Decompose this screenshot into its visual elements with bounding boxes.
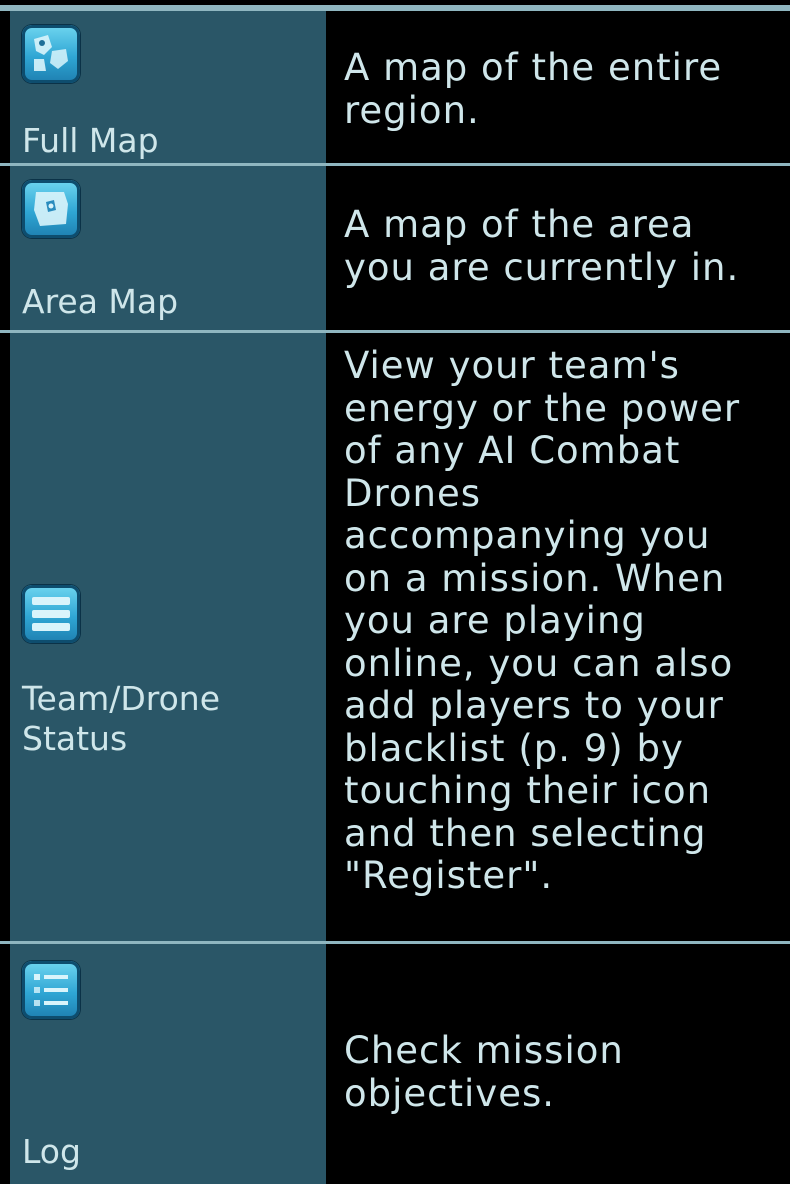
feature-cell-team-drone-status: Team/Drone Status: [10, 333, 326, 941]
team-drone-status-icon: [22, 585, 80, 643]
feature-label: Full Map: [22, 121, 159, 160]
description-line: and then selecting: [344, 811, 707, 855]
feature-description: A map of the area you are currently in.: [344, 203, 786, 289]
description-line: you are currently in.: [344, 245, 740, 289]
description-line: Drones: [344, 471, 482, 515]
description-line: A map of the area: [344, 203, 695, 246]
description-cell-full-map: A map of the entire region.: [326, 11, 790, 163]
description-line: accompanying you: [344, 514, 711, 557]
feature-cell-full-map: Full Map: [10, 11, 326, 163]
full-map-icon: [22, 25, 80, 83]
description-line: on a mission. When: [344, 556, 726, 600]
feature-cell-area-map: Area Map: [10, 166, 326, 330]
feature-label: Area Map: [22, 282, 179, 321]
description-line: energy or the power: [344, 386, 741, 430]
table-row-log: Log Check mission objectives.: [0, 941, 790, 1184]
description-line: blacklist (p. 9) by: [344, 726, 684, 770]
description-line: Check mission: [344, 1029, 624, 1072]
feature-cell-log: Log: [10, 944, 326, 1184]
log-icon: [22, 961, 80, 1019]
description-line: online, you can also: [344, 641, 734, 685]
feature-label: Log: [22, 1132, 81, 1171]
feature-description: View your team's energy or the power of …: [344, 344, 786, 898]
table-top-border: [0, 5, 790, 8]
manual-page: Full Map A map of the entire region. Are…: [0, 0, 790, 1184]
feature-description: Check mission objectives.: [344, 1029, 786, 1115]
description-line: region.: [344, 88, 480, 132]
description-line: of any AI Combat: [344, 429, 681, 472]
description-line: objectives.: [344, 1071, 555, 1115]
description-line: add players to your: [344, 684, 724, 727]
description-line: A map of the entire: [344, 46, 723, 89]
description-cell-log: Check mission objectives.: [326, 944, 790, 1184]
description-line: "Register".: [344, 854, 554, 897]
description-cell-area-map: A map of the area you are currently in.: [326, 166, 790, 330]
description-line: View your team's: [344, 344, 680, 387]
description-cell-team-drone-status: View your team's energy or the power of …: [326, 333, 790, 941]
feature-description: A map of the entire region.: [344, 46, 786, 132]
feature-label: Team/Drone Status: [22, 679, 220, 758]
table-row-team-drone-status: Team/Drone Status View your team's energ…: [0, 330, 790, 941]
table-row-full-map: Full Map A map of the entire region.: [0, 8, 790, 163]
table-row-area-map: Area Map A map of the area you are curre…: [0, 163, 790, 330]
description-line: you are playing: [344, 599, 646, 642]
area-map-icon: [22, 180, 80, 238]
description-line: touching their icon: [344, 769, 712, 812]
